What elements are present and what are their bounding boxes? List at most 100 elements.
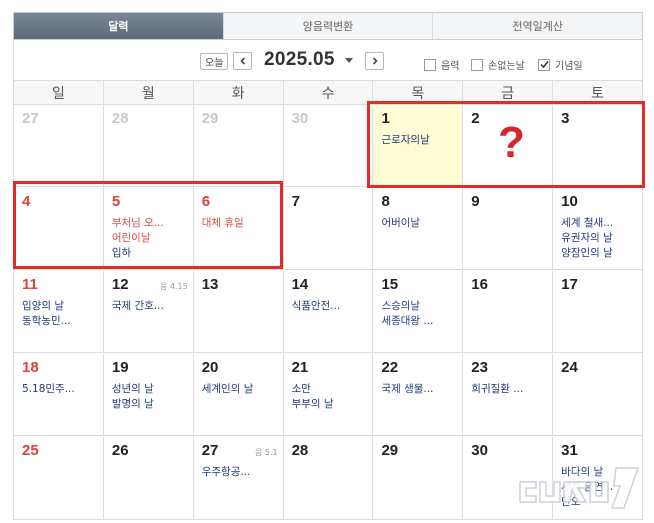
- day-cell[interactable]: 12 음 4.15 국제 간호...: [102, 271, 193, 352]
- event-item[interactable]: 어버이날: [381, 216, 462, 231]
- event-item[interactable]: 근로자의날: [381, 133, 462, 148]
- event-list: 어버이날: [381, 216, 462, 231]
- day-cell[interactable]: 18 5.18민주...: [14, 354, 103, 435]
- event-item[interactable]: 소만: [292, 382, 373, 397]
- weekday-2: 화: [192, 81, 283, 104]
- month-title[interactable]: 2025.05: [264, 49, 335, 71]
- event-item[interactable]: 입양의 날: [22, 299, 103, 314]
- week-row: 4 5 부처님 오... 어린이날 입하 6 대체 휴일 7 8 어버이날 9 10 세계 철새... 유…: [14, 188, 642, 270]
- day-cell[interactable]: 6 대체 휴일: [192, 188, 283, 269]
- checkbox-icon[interactable]: [424, 58, 436, 71]
- day-cell[interactable]: 24: [552, 354, 642, 435]
- day-cell[interactable]: 17: [552, 271, 642, 352]
- option-2[interactable]: 기념일: [538, 57, 583, 72]
- event-item[interactable]: 세계 철새...: [561, 216, 642, 231]
- event-item[interactable]: 양잠인의 날: [561, 246, 642, 261]
- day-cell[interactable]: 8 어버이날: [372, 188, 462, 269]
- day-cell[interactable]: 27 음 5.1 우주항공...: [192, 437, 283, 519]
- checkbox-checked-icon[interactable]: [538, 58, 550, 71]
- event-item[interactable]: 유권자의 날: [561, 231, 642, 246]
- day-cell[interactable]: 29: [192, 105, 283, 186]
- day-number: 17: [561, 276, 578, 293]
- day-cell[interactable]: 20 세계인의 날: [192, 354, 283, 435]
- event-item[interactable]: 세종대왕 ...: [381, 314, 462, 329]
- lunar-date: 음 4.15: [160, 282, 188, 291]
- event-list: 세계 철새... 유권자의 날 양잠인의 날: [561, 216, 642, 261]
- tab-1[interactable]: 양음력변환: [222, 13, 433, 39]
- event-item[interactable]: 국제 생물...: [381, 382, 462, 397]
- event-item[interactable]: 5.18민주...: [22, 382, 103, 397]
- day-number: 27: [22, 110, 39, 127]
- day-cell[interactable]: 28: [102, 105, 193, 186]
- day-number: 30: [291, 110, 309, 127]
- day-cell[interactable]: 19 성년의 날 발명의 날: [102, 354, 193, 435]
- next-month-button[interactable]: [365, 52, 384, 70]
- event-list: 희귀질환 ...: [471, 382, 552, 397]
- day-number: 26: [111, 442, 129, 459]
- day-cell[interactable]: 9: [462, 188, 552, 269]
- event-item[interactable]: 세계인의 날: [202, 382, 283, 397]
- event-item[interactable]: 부처님 오...: [112, 216, 193, 231]
- day-cell[interactable]: 4: [14, 188, 103, 269]
- event-item[interactable]: 어린이날: [112, 231, 193, 246]
- event-item[interactable]: 대체 휴일: [202, 216, 283, 231]
- event-list: 5.18민주...: [22, 382, 103, 397]
- event-item[interactable]: 발명의 날: [112, 397, 193, 412]
- day-number: 31: [561, 442, 578, 459]
- chevron-down-icon[interactable]: [345, 58, 353, 63]
- day-number: 15: [381, 276, 399, 293]
- event-item[interactable]: 국제 간호...: [112, 299, 193, 314]
- weekday-5: 금: [462, 81, 552, 104]
- day-cell[interactable]: 29: [372, 437, 462, 519]
- day-cell[interactable]: 11 입양의 날 동학농민...: [14, 271, 103, 352]
- day-number: 21: [291, 359, 309, 376]
- day-number: 14: [291, 276, 309, 293]
- event-item[interactable]: 식품안전...: [292, 299, 373, 314]
- prev-month-button[interactable]: [233, 52, 252, 70]
- day-cell[interactable]: 14 식품안전...: [282, 271, 373, 352]
- option-label: 기념일: [555, 61, 583, 72]
- day-number: 10: [561, 193, 578, 210]
- day-cell[interactable]: 1 근로자의날: [372, 105, 463, 186]
- day-number: 7: [291, 193, 300, 210]
- event-item[interactable]: 부부의 날: [292, 397, 373, 412]
- day-cell[interactable]: 3: [552, 105, 642, 186]
- checkbox-icon[interactable]: [471, 58, 483, 71]
- day-cell[interactable]: 28: [282, 437, 373, 519]
- tab-0[interactable]: 달력: [14, 13, 223, 39]
- week-row: 18 5.18민주... 19 성년의 날 발명의 날 20 세계인의 날 21 소만 부부의 날…: [14, 354, 642, 436]
- day-number: 29: [201, 110, 219, 127]
- event-item[interactable]: 성년의 날: [112, 382, 193, 397]
- event-item[interactable]: 입하: [112, 246, 193, 261]
- option-label: 손없는날: [488, 61, 525, 72]
- day-cell[interactable]: 5 부처님 오... 어린이날 입하: [102, 188, 193, 269]
- option-1[interactable]: 손없는날: [471, 57, 525, 72]
- day-cell[interactable]: 15 스승의날 세종대왕 ...: [372, 271, 462, 352]
- event-item[interactable]: 우주항공...: [202, 465, 283, 480]
- day-number: 16: [471, 276, 488, 293]
- day-cell[interactable]: 23 희귀질환 ...: [462, 354, 552, 435]
- event-item[interactable]: 동학농민...: [22, 314, 103, 329]
- event-list: 국제 생물...: [381, 382, 462, 397]
- question-mark-annotation: ?: [498, 118, 525, 167]
- tab-2[interactable]: 전역일계산: [432, 13, 643, 39]
- day-cell[interactable]: 22 국제 생물...: [372, 354, 462, 435]
- event-list: 우주항공...: [202, 465, 283, 480]
- week-row: 27 28 29 30 1 근로자의날 2 3: [14, 105, 642, 187]
- day-cell[interactable]: 30: [282, 105, 373, 186]
- option-0[interactable]: 음력: [424, 57, 459, 72]
- today-button[interactable]: 오늘: [200, 53, 229, 70]
- day-cell[interactable]: 26: [102, 437, 193, 519]
- day-cell[interactable]: 27: [14, 105, 103, 186]
- day-cell[interactable]: 7: [282, 188, 373, 269]
- option-label: 음력: [441, 61, 460, 72]
- day-cell[interactable]: 25: [14, 437, 103, 519]
- day-cell[interactable]: 13: [192, 271, 283, 352]
- day-cell[interactable]: 21 소만 부부의 날: [282, 354, 373, 435]
- event-item[interactable]: 희귀질환 ...: [471, 382, 552, 397]
- day-cell[interactable]: 10 세계 철새... 유권자의 날 양잠인의 날: [552, 188, 642, 269]
- event-list: 식품안전...: [292, 299, 373, 314]
- calendar-grid: 일 월화수목금토 27 28 29 30 1 근로자의날 2 3 4 5 부처님 오... 어린이날 입하…: [13, 80, 643, 520]
- event-item[interactable]: 스승의날: [381, 299, 462, 314]
- day-cell[interactable]: 16: [462, 271, 552, 352]
